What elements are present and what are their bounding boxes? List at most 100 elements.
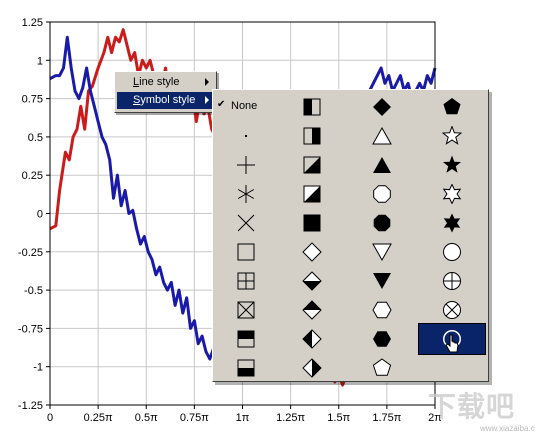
y-axis-ticks: 1.25 1 0.75 0.5 0.25 0 -0.25 -0.5 -0.75 -1 -1.25: [18, 17, 50, 412]
diamond-filled-icon: [373, 98, 391, 116]
hexagon-icon: [372, 301, 392, 319]
symbol-option-star6-filled[interactable]: [419, 208, 485, 238]
symbol-option-square-tri-bl[interactable]: [279, 150, 345, 180]
square-filled-icon: [303, 214, 321, 232]
symbol-option-diamond-half-top[interactable]: [279, 295, 345, 325]
star6-filled-icon: [443, 213, 461, 233]
y-tick-label: 0.5: [28, 132, 43, 144]
triangle-down-icon: [372, 243, 392, 262]
symbol-option-hexagon[interactable]: [349, 295, 415, 325]
y-tick-label: 0.25: [22, 170, 43, 182]
star6-icon: [237, 185, 255, 203]
symbol-option-square-tri-br[interactable]: [279, 179, 345, 209]
symbol-option-square-half-right[interactable]: [279, 121, 345, 151]
menu-item-line-style[interactable]: Line style: [117, 74, 214, 91]
diamond-half-bottom-icon: [302, 271, 322, 291]
symbol-option-square-plus[interactable]: [213, 266, 279, 296]
y-tick-label: -1.25: [18, 400, 43, 412]
pentagon-icon: [372, 358, 392, 376]
diamond-icon: [302, 242, 322, 262]
pentagon-filled-icon: [443, 98, 461, 115]
mouse-cursor-icon: [445, 334, 459, 353]
y-tick-label: 0.75: [22, 94, 43, 106]
symbol-option-star5-filled[interactable]: [419, 150, 485, 180]
symbol-option-pentagon[interactable]: [349, 353, 415, 383]
diamond-half-left-icon: [302, 329, 322, 349]
square-half-top-icon: [237, 330, 255, 348]
square-plus-icon: [237, 272, 255, 290]
circle-icon: [443, 243, 461, 261]
square-half-left-icon: [303, 98, 321, 116]
symbol-option-none[interactable]: ✔ None: [213, 92, 279, 122]
square-x-icon: [237, 301, 255, 319]
square-half-right-icon: [303, 127, 321, 145]
symbol-option-triangle-up-filled[interactable]: [349, 150, 415, 180]
x-icon: [237, 214, 255, 232]
dot-icon: [245, 135, 247, 137]
y-tick-label: -0.75: [18, 323, 43, 335]
x-tick-label: 1π: [236, 412, 250, 424]
symbol-option-star5[interactable]: [419, 121, 485, 151]
symbol-option-square-half-top[interactable]: [213, 324, 279, 354]
x-tick-label: 1.25π: [276, 412, 305, 424]
square-half-bottom-icon: [237, 359, 255, 377]
x-tick-label: 1.75π: [372, 412, 401, 424]
watermark-url: www.xiazaiba.com: [480, 424, 535, 433]
symbol-option-none[interactable]: [419, 353, 485, 383]
symbol-option-diamond-half-bottom[interactable]: [279, 266, 345, 296]
menu-item-symbol-style[interactable]: Symbol style: [117, 92, 214, 109]
x-tick-label: 0.5π: [135, 412, 158, 424]
hexagon-filled-icon: [373, 331, 391, 347]
watermark: 下载吧: [428, 391, 516, 422]
symbol-option-triangle-up[interactable]: [349, 121, 415, 151]
submenu-arrow-icon: [205, 96, 209, 104]
plus-icon: [237, 156, 255, 174]
y-tick-label: -0.5: [24, 285, 43, 297]
symbol-option-x[interactable]: [213, 208, 279, 238]
x-tick-label: 0: [47, 412, 53, 424]
symbol-option-square-half-left[interactable]: [279, 92, 345, 122]
checkmark-icon: ✔: [217, 99, 226, 110]
square-tri-br-icon: [303, 185, 321, 203]
square-icon: [237, 243, 255, 261]
circle-x-icon: [443, 301, 461, 319]
symbol-option-octagon-filled[interactable]: [349, 208, 415, 238]
symbol-option-square-x[interactable]: [213, 295, 279, 325]
x-axis-ticks: 0 0.25π 0.5π 0.75π 1π 1.25π 1.5π 1.75π 2π: [47, 405, 442, 424]
symbol-option-circle-plus[interactable]: [419, 266, 485, 296]
y-tick-label: 0: [37, 209, 43, 221]
symbol-option-triangle-down[interactable]: [349, 237, 415, 267]
symbol-option-plus[interactable]: [213, 150, 279, 180]
circle-plus-icon: [443, 272, 461, 290]
octagon-icon: [373, 185, 391, 203]
y-tick-label: 1: [37, 55, 43, 67]
symbol-option-square[interactable]: [213, 237, 279, 267]
context-menu: Line style Symbol style: [114, 71, 217, 113]
submenu-arrow-icon: [205, 78, 209, 86]
symbol-option-star6-outline[interactable]: [419, 179, 485, 209]
octagon-filled-icon: [373, 214, 391, 232]
x-tick-label: 0.25π: [84, 412, 113, 424]
symbol-option-triangle-down-filled[interactable]: [349, 266, 415, 296]
symbol-option-square-filled[interactable]: [279, 208, 345, 238]
symbol-option-octagon[interactable]: [349, 179, 415, 209]
y-tick-label: -0.25: [18, 247, 43, 259]
symbol-option-circle[interactable]: [419, 237, 485, 267]
symbol-option-pentagon-filled[interactable]: [419, 92, 485, 122]
symbol-option-diamond-filled[interactable]: [349, 92, 415, 122]
symbol-option-hexagon-filled[interactable]: [349, 324, 415, 354]
y-tick-label: 1.25: [22, 17, 43, 29]
diamond-half-right-icon: [302, 358, 322, 378]
symbol-option-diamond-half-right[interactable]: [279, 353, 345, 383]
symbol-option-dot[interactable]: [213, 121, 279, 151]
triangle-down-filled-icon: [373, 273, 391, 289]
star6-outline-icon: [442, 184, 462, 204]
symbol-option-diamond-half-left[interactable]: [279, 324, 345, 354]
symbol-option-circle-x[interactable]: [419, 295, 485, 325]
symbol-option-diamond[interactable]: [279, 237, 345, 267]
x-tick-label: 0.75π: [180, 412, 209, 424]
symbol-none-label: ✔ None: [217, 99, 258, 112]
y-tick-label: -1: [33, 362, 43, 374]
symbol-option-star6[interactable]: [213, 179, 279, 209]
symbol-option-square-half-bottom[interactable]: [213, 353, 279, 383]
